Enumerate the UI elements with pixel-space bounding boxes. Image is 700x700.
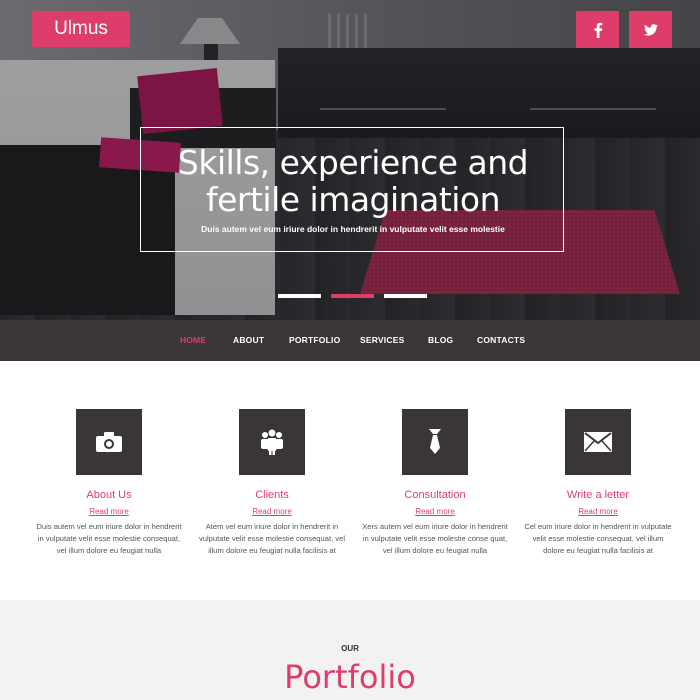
- portfolio-title: Portfolio: [284, 658, 416, 696]
- feature-clients: Clients Read more Atem vel eum iriure do…: [187, 409, 357, 557]
- read-more-link[interactable]: Read more: [89, 507, 129, 516]
- hero-title-line: fertile imagination: [205, 180, 501, 219]
- feature-write-a-letter: Write a letter Read more Cel eum iriure …: [513, 409, 683, 557]
- feature-consultation: Consultation Read more Xers autem vel eu…: [350, 409, 520, 557]
- feature-text: Duis autem vel eum iriure dolor in hendr…: [24, 521, 194, 557]
- nav-item-about[interactable]: ABOUT: [233, 335, 264, 345]
- feature-text: Cel eum iriure dolor in hendrerit in vul…: [513, 521, 683, 557]
- feature-text-line: in vulputate velit esse molestie consequ…: [37, 534, 181, 543]
- feature-icon-box[interactable]: [402, 409, 468, 475]
- features-section: About Us Read more Duis autem vel eum ir…: [0, 361, 700, 600]
- feature-text: Atem vel eum iriure dolor in hendrerit i…: [187, 521, 357, 557]
- portfolio-section: OUR Portfolio: [0, 600, 700, 700]
- slider-dot[interactable]: [384, 294, 427, 298]
- read-more-link[interactable]: Read more: [252, 507, 292, 516]
- portfolio-kicker: OUR: [341, 644, 359, 653]
- hero-title: Skills, experience and fertile imaginati…: [141, 144, 565, 218]
- nav-item-contacts[interactable]: CONTACTS: [477, 335, 525, 345]
- hero-subtitle: Duis autem vel eum iriure dolor in hendr…: [201, 224, 505, 234]
- feature-text-line: illum dolore eu feugiat nulla facilisis …: [208, 546, 336, 555]
- feature-text-line: Duis autem vel eum iriure dolor in hendr…: [36, 522, 182, 531]
- main-nav: HOME ABOUT PORTFOLIO SERVICES BLOG CONTA…: [0, 320, 700, 361]
- feature-text-line: Xers autem vel eum iriure dolor in hendr…: [362, 522, 508, 531]
- hero-title-line: Skills, experience and: [177, 143, 529, 182]
- facebook-icon: [594, 22, 602, 38]
- nav-item-portfolio[interactable]: PORTFOLIO: [289, 335, 340, 345]
- feature-text-line: Atem vel eum iriure dolor in hendrerit i…: [205, 522, 339, 531]
- feature-text-line: velit esse molestie consequat, vel illum: [532, 534, 664, 543]
- camera-icon: [96, 432, 122, 452]
- slider-dot[interactable]: [278, 294, 321, 298]
- feature-title: Clients: [255, 489, 289, 501]
- twitter-icon: [643, 23, 658, 36]
- hero-caption-box: Skills, experience and fertile imaginati…: [140, 127, 564, 252]
- feature-text: Xers autem vel eum iriure dolor in hendr…: [350, 521, 520, 557]
- feature-text-line: dolore eu feugiat nulla facilisis at: [543, 546, 653, 555]
- feature-title: Consultation: [404, 489, 466, 501]
- feature-text-line: vulputate velit esse molestie consequat,…: [198, 534, 346, 543]
- feature-text-line: vel illum dolore eu feugiat nulla: [56, 546, 162, 555]
- feature-text-line: in vulputate velit esse molestie conse q…: [362, 534, 508, 543]
- feature-text-line: Cel eum iriure dolor in hendrerit in vul…: [524, 522, 672, 531]
- feature-icon-box[interactable]: [239, 409, 305, 475]
- envelope-icon: [584, 432, 612, 452]
- nav-item-services[interactable]: SERVICES: [360, 335, 404, 345]
- feature-icon-box[interactable]: [76, 409, 142, 475]
- feature-title: About Us: [86, 489, 132, 501]
- facebook-button[interactable]: [576, 11, 619, 48]
- feature-text-line: vel illum dolore eu feugiat nulla: [382, 546, 488, 555]
- people-icon: [261, 429, 283, 455]
- nav-item-home[interactable]: HOME: [180, 335, 206, 345]
- slider-dot-active[interactable]: [331, 294, 374, 298]
- twitter-button[interactable]: [629, 11, 672, 48]
- read-more-link[interactable]: Read more: [415, 507, 455, 516]
- feature-icon-box[interactable]: [565, 409, 631, 475]
- read-more-link[interactable]: Read more: [578, 507, 618, 516]
- feature-title: Write a letter: [566, 489, 630, 501]
- tie-icon: [429, 429, 441, 454]
- feature-about-us: About Us Read more Duis autem vel eum ir…: [24, 409, 194, 557]
- logo[interactable]: Ulmus: [32, 11, 130, 47]
- nav-item-blog[interactable]: BLOG: [428, 335, 453, 345]
